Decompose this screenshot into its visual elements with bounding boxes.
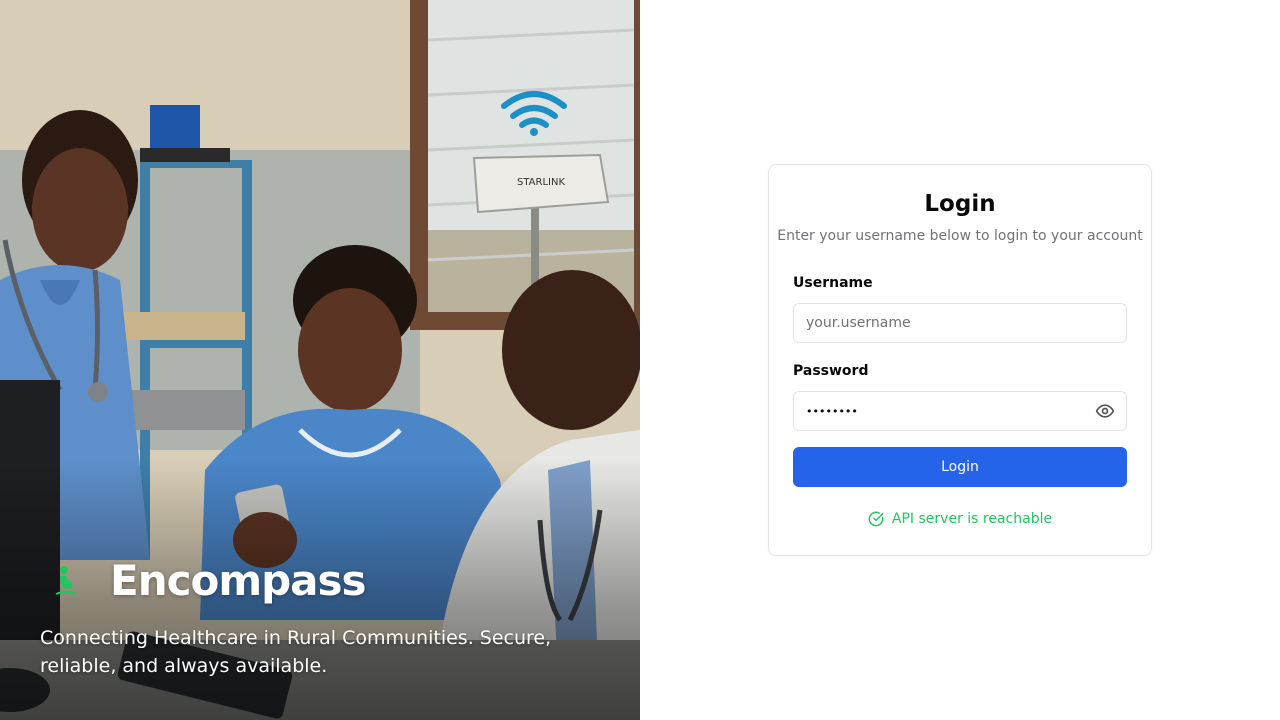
api-status: API server is reachable <box>769 511 1151 527</box>
username-input[interactable] <box>793 303 1127 343</box>
check-circle-icon <box>868 511 884 527</box>
eye-icon[interactable] <box>1095 401 1115 421</box>
login-title: Login <box>924 191 996 217</box>
hero-panel: STARLINK Encompass Connecting Healthcare… <box>0 0 640 720</box>
username-label: Username <box>793 275 873 291</box>
brand: Encompass <box>52 556 367 605</box>
password-input[interactable] <box>793 391 1127 431</box>
password-label: Password <box>793 363 869 379</box>
starlink-label: STARLINK <box>517 177 565 188</box>
brand-tagline: Connecting Healthcare in Rural Communiti… <box>40 627 552 677</box>
login-button[interactable]: Login <box>793 447 1127 487</box>
login-card: Login Enter your username below to login… <box>768 164 1152 556</box>
login-subtitle: Enter your username below to login to yo… <box>777 228 1143 244</box>
api-status-text: API server is reachable <box>891 511 1053 527</box>
login-page: STARLINK Encompass Connecting Healthcare… <box>0 0 1280 720</box>
encompass-logo-icon <box>55 565 77 595</box>
brand-name: Encompass <box>110 556 367 605</box>
login-panel: Login Enter your username below to login… <box>640 0 1280 720</box>
